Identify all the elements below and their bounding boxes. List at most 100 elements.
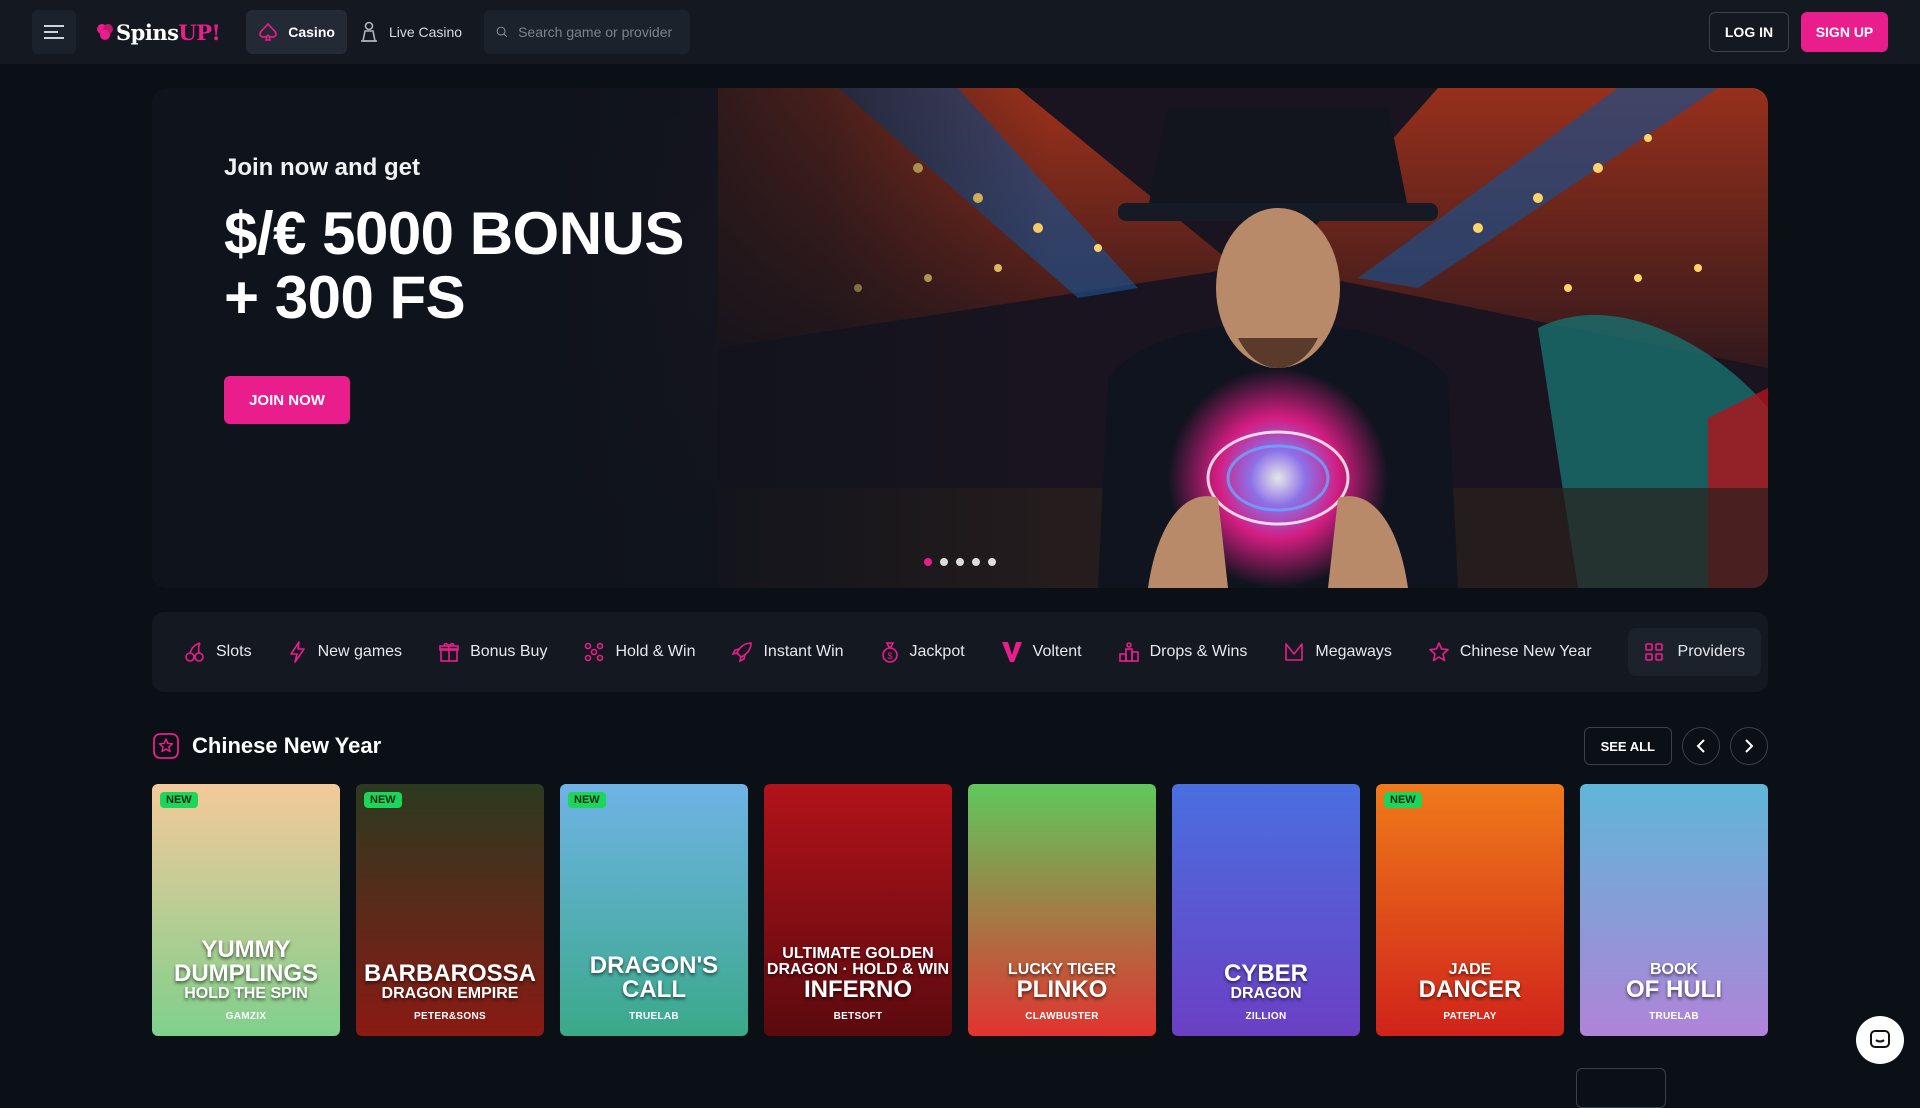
category-slots[interactable]: Slots <box>184 641 252 663</box>
category-label: Hold & Win <box>615 643 696 660</box>
signup-button[interactable]: SIGN UP <box>1801 12 1888 52</box>
game-title: ULTIMATE GOLDEN DRAGON · HOLD & WIN INFE… <box>764 946 952 1002</box>
game-tile[interactable]: NEW YUMMY DUMPLINGS HOLD THE SPIN GAMZIX <box>152 784 340 1036</box>
game-title: JADE DANCER <box>1376 962 1564 1002</box>
category-label: Drops & Wins <box>1149 643 1248 660</box>
game-tile[interactable]: NEW BARBAROSSA DRAGON EMPIRE PETER&SONS <box>356 784 544 1036</box>
category-bar: Slots New games Bonus Buy Hold & Win Ins… <box>152 612 1768 692</box>
game-carousel: NEW YUMMY DUMPLINGS HOLD THE SPIN GAMZIX… <box>152 784 1768 1036</box>
search-input[interactable] <box>518 24 679 40</box>
category-chinese-new-year[interactable]: Chinese New Year <box>1428 641 1592 663</box>
next-arrow-button[interactable] <box>1730 727 1768 765</box>
moneybag-icon: $ <box>881 642 898 663</box>
clover-logo-icon <box>97 24 113 40</box>
carousel-dot[interactable] <box>940 558 948 566</box>
game-title: BARBAROSSA DRAGON EMPIRE <box>356 962 544 1002</box>
category-megaways[interactable]: Megaways <box>1283 641 1392 663</box>
category-label: New games <box>317 643 403 660</box>
providers-label: Providers <box>1677 643 1746 660</box>
game-provider: PETER&SONS <box>414 1011 486 1022</box>
game-title-sub: ULTIMATE GOLDEN DRAGON · HOLD & WIN <box>766 945 950 978</box>
megaways-icon <box>1285 643 1304 661</box>
game-tile[interactable]: BOOK OF HULI TRUELAB <box>1580 784 1768 1036</box>
new-badge: NEW <box>160 792 198 808</box>
hero-banner[interactable]: Join now and get $/€ 5000 BONUS + 300 FS… <box>152 88 1768 588</box>
game-title-main: BARBAROSSA <box>363 960 536 987</box>
tab-live-casino-label: Live Casino <box>388 24 463 40</box>
tab-casino-label: Casino <box>288 24 335 40</box>
game-tile[interactable]: LUCKY TIGER PLINKO CLAWBUSTER <box>968 784 1156 1036</box>
providers-button[interactable]: Providers <box>1627 628 1762 676</box>
new-badge: NEW <box>364 792 402 808</box>
category-bonus-buy[interactable]: Bonus Buy <box>438 641 547 663</box>
podium-icon <box>1118 642 1139 662</box>
category-hold-win[interactable]: Hold & Win <box>583 641 695 663</box>
lightning-icon <box>289 641 305 663</box>
grid-icon <box>1644 643 1663 661</box>
game-title-sub: HOLD THE SPIN <box>184 985 308 1002</box>
carousel-dot[interactable] <box>924 558 932 566</box>
chevron-left-icon <box>1696 739 1705 753</box>
game-title-sub: DRAGON EMPIRE <box>381 985 519 1002</box>
hero-title: $/€ 5000 BONUS + 300 FS <box>224 202 684 330</box>
menu-button[interactable] <box>32 10 76 54</box>
category-voltent[interactable]: Voltent <box>1001 640 1082 664</box>
game-title: LUCKY TIGER PLINKO <box>968 962 1156 1002</box>
game-title-main: YUMMY DUMPLINGS <box>174 936 318 987</box>
game-title-main: INFERNO <box>804 976 912 1003</box>
tab-casino[interactable]: Casino <box>246 10 347 54</box>
game-provider: CLAWBUSTER <box>1025 1011 1099 1022</box>
game-tile[interactable]: CYBER DRAGON ZILLION <box>1172 784 1360 1036</box>
category-label: Voltent <box>1032 643 1082 660</box>
logo-brand: Spins <box>116 19 179 45</box>
carousel-dot[interactable] <box>972 558 980 566</box>
game-tile[interactable]: NEW DRAGON'S CALL TRUELAB <box>560 784 748 1036</box>
chat-button[interactable] <box>1856 1016 1904 1064</box>
category-label: Chinese New Year <box>1459 643 1592 660</box>
search-box[interactable] <box>484 10 691 54</box>
carousel-dot[interactable] <box>988 558 996 566</box>
rocket-icon <box>731 642 753 663</box>
category-label: Slots <box>216 643 252 660</box>
game-title-main: PLINKO <box>1016 976 1108 1003</box>
new-badge: NEW <box>568 792 606 808</box>
game-title-main: OF HULI <box>1626 976 1722 1003</box>
grid-dots-icon <box>585 642 604 662</box>
next-section-see-all-button[interactable] <box>1576 1068 1666 1108</box>
login-button[interactable]: LOG IN <box>1709 12 1789 52</box>
game-provider: PATEPLAY <box>1443 1011 1497 1022</box>
section-header: Chinese New Year SEE ALL <box>152 726 1768 766</box>
chat-icon <box>1870 1030 1890 1048</box>
game-provider: BETSOFT <box>833 1011 883 1022</box>
see-all-button[interactable]: SEE ALL <box>1583 727 1672 765</box>
dealer-icon <box>360 21 377 42</box>
carousel-dot[interactable] <box>956 558 964 566</box>
category-instant-win[interactable]: Instant Win <box>731 641 844 663</box>
spade-icon <box>259 22 278 41</box>
search-icon <box>496 26 508 38</box>
game-tile[interactable]: ULTIMATE GOLDEN DRAGON · HOLD & WIN INFE… <box>764 784 952 1036</box>
game-provider: TRUELAB <box>1649 1011 1699 1022</box>
game-title-sub: DRAGON <box>1230 985 1302 1002</box>
game-title: YUMMY DUMPLINGS HOLD THE SPIN <box>152 938 340 1002</box>
new-badge: NEW <box>1384 792 1422 808</box>
hamburger-icon <box>44 25 64 39</box>
category-new-games[interactable]: New games <box>288 641 402 663</box>
join-now-button[interactable]: JOIN NOW <box>224 376 350 424</box>
category-drops-wins[interactable]: Drops & Wins <box>1118 641 1248 663</box>
cherries-icon <box>185 642 204 662</box>
carousel-dots <box>924 558 996 566</box>
prev-arrow-button[interactable] <box>1682 727 1720 765</box>
game-provider: ZILLION <box>1245 1011 1287 1022</box>
category-label: Jackpot <box>909 643 965 660</box>
game-provider: TRUELAB <box>629 1011 679 1022</box>
game-title: DRAGON'S CALL <box>560 954 748 1002</box>
tab-live-casino[interactable]: Live Casino <box>347 10 474 54</box>
category-jackpot[interactable]: $ Jackpot <box>880 641 965 663</box>
category-label: Megaways <box>1315 643 1392 660</box>
site-logo[interactable]: Spins UP! <box>94 19 221 45</box>
hero-title-line-1: $/€ 5000 BONUS <box>224 200 684 267</box>
gift-icon <box>439 642 459 662</box>
hero-kicker: Join now and get <box>224 154 420 181</box>
game-tile[interactable]: NEW JADE DANCER PATEPLAY <box>1376 784 1564 1036</box>
